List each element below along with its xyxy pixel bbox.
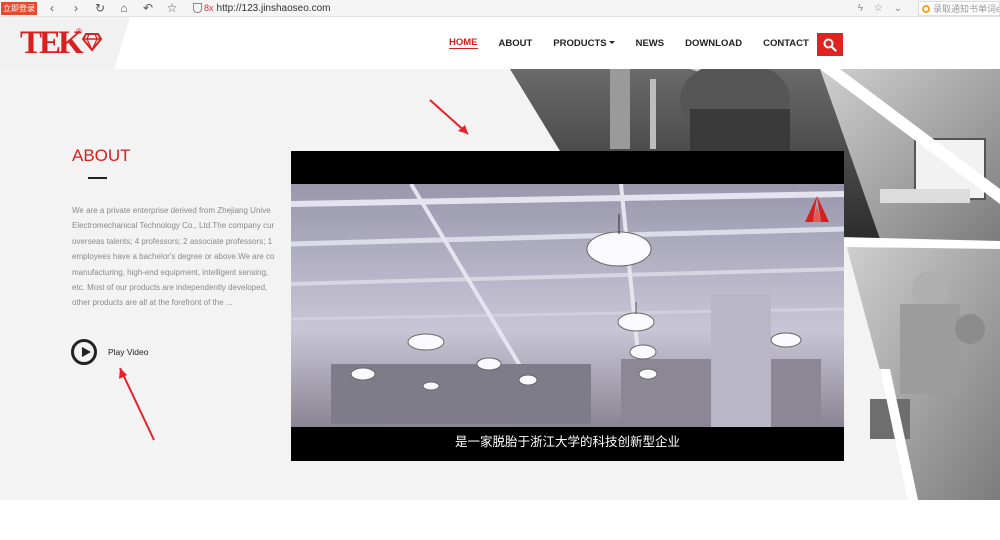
about-title: ABOUT bbox=[72, 146, 131, 165]
about-text-line: Electromechanical Technology Co., Ltd.Th… bbox=[72, 221, 275, 231]
address-bar[interactable]: 8x http://123.jinshaoseo.com bbox=[193, 3, 330, 14]
browser-right-tools: ϟ ☆ ⌄ 录取通知书单词e bbox=[858, 0, 1000, 17]
about-text-line: employees have a bachelor's degree or ab… bbox=[72, 252, 275, 262]
about-text-line: etc. Most of our products are independen… bbox=[72, 283, 268, 293]
search-button[interactable] bbox=[817, 33, 843, 56]
url-prefix: 8x bbox=[204, 3, 214, 13]
search-icon bbox=[823, 38, 837, 52]
nav-products-label: PRODUCTS bbox=[553, 37, 607, 49]
about-text-line: other products are all at the forefront … bbox=[72, 298, 233, 308]
page: 立即登录 ‹ › ↻ ⌂ ↶ ☆ 8x http://123.jinshaose… bbox=[0, 0, 1000, 540]
extension-search[interactable]: 录取通知书单词e bbox=[918, 1, 1000, 16]
undo-icon[interactable]: ↶ bbox=[139, 0, 157, 16]
nav-download[interactable]: DOWNLOAD bbox=[685, 38, 742, 49]
url-text[interactable]: http://123.jinshaoseo.com bbox=[217, 3, 331, 14]
play-icon bbox=[71, 339, 97, 365]
logo-text: TEK bbox=[20, 25, 84, 61]
play-video-button[interactable]: Play Video bbox=[71, 339, 148, 365]
site-header: TEK ® HOME ABOUT PRODUCTS NEWS DOWNLOAD … bbox=[0, 17, 1000, 69]
main-nav: HOME ABOUT PRODUCTS NEWS DOWNLOAD CONTAC… bbox=[449, 17, 830, 69]
nav-contact[interactable]: CONTACT bbox=[763, 38, 809, 49]
home-icon[interactable]: ⌂ bbox=[115, 0, 133, 16]
toolbar-icons[interactable]: ϟ ☆ ⌄ bbox=[858, 3, 906, 14]
annotation-arrow-bottom bbox=[119, 367, 155, 441]
registered-mark: ® bbox=[76, 27, 82, 36]
caret-down-icon bbox=[608, 40, 615, 44]
nav-about[interactable]: ABOUT bbox=[499, 38, 533, 49]
about-text-line: We are a private enterprise derived from… bbox=[72, 206, 271, 215]
video-subtitle: 是一家脱胎于浙江大学的科技创新型企业 bbox=[454, 434, 680, 449]
login-badge[interactable]: 立即登录 bbox=[1, 1, 37, 15]
video-player[interactable]: 是一家脱胎于浙江大学的科技创新型企业 bbox=[291, 151, 844, 461]
video-watermark-logo bbox=[805, 196, 829, 222]
video-frame-office bbox=[291, 184, 844, 427]
browser-toolbar: 立即登录 ‹ › ↻ ⌂ ↶ ☆ 8x http://123.jinshaose… bbox=[0, 0, 1000, 17]
about-text-line: overseas talents; 4 professors; 2 associ… bbox=[72, 236, 273, 246]
title-underline bbox=[88, 177, 107, 179]
diamond-icon bbox=[81, 33, 102, 52]
nav-news[interactable]: NEWS bbox=[636, 38, 665, 49]
bookmark-star-icon[interactable]: ☆ bbox=[163, 0, 181, 16]
reload-icon[interactable]: ↻ bbox=[91, 0, 109, 16]
shield-icon bbox=[193, 3, 202, 13]
site-logo[interactable]: TEK bbox=[20, 25, 102, 61]
nav-home[interactable]: HOME bbox=[449, 37, 478, 49]
extension-search-text: 录取通知书单词e bbox=[933, 4, 1000, 14]
forward-icon[interactable]: › bbox=[67, 0, 85, 16]
play-video-label: Play Video bbox=[108, 347, 149, 357]
back-icon[interactable]: ‹ bbox=[43, 0, 61, 16]
search-engine-icon bbox=[922, 4, 930, 13]
about-text-line: manufacturing, high-end equipment, intel… bbox=[72, 267, 269, 277]
about-text: We are a private enterprise derived from… bbox=[72, 203, 294, 313]
nav-products[interactable]: PRODUCTS bbox=[553, 37, 615, 49]
annotation-arrow-top bbox=[429, 99, 469, 135]
